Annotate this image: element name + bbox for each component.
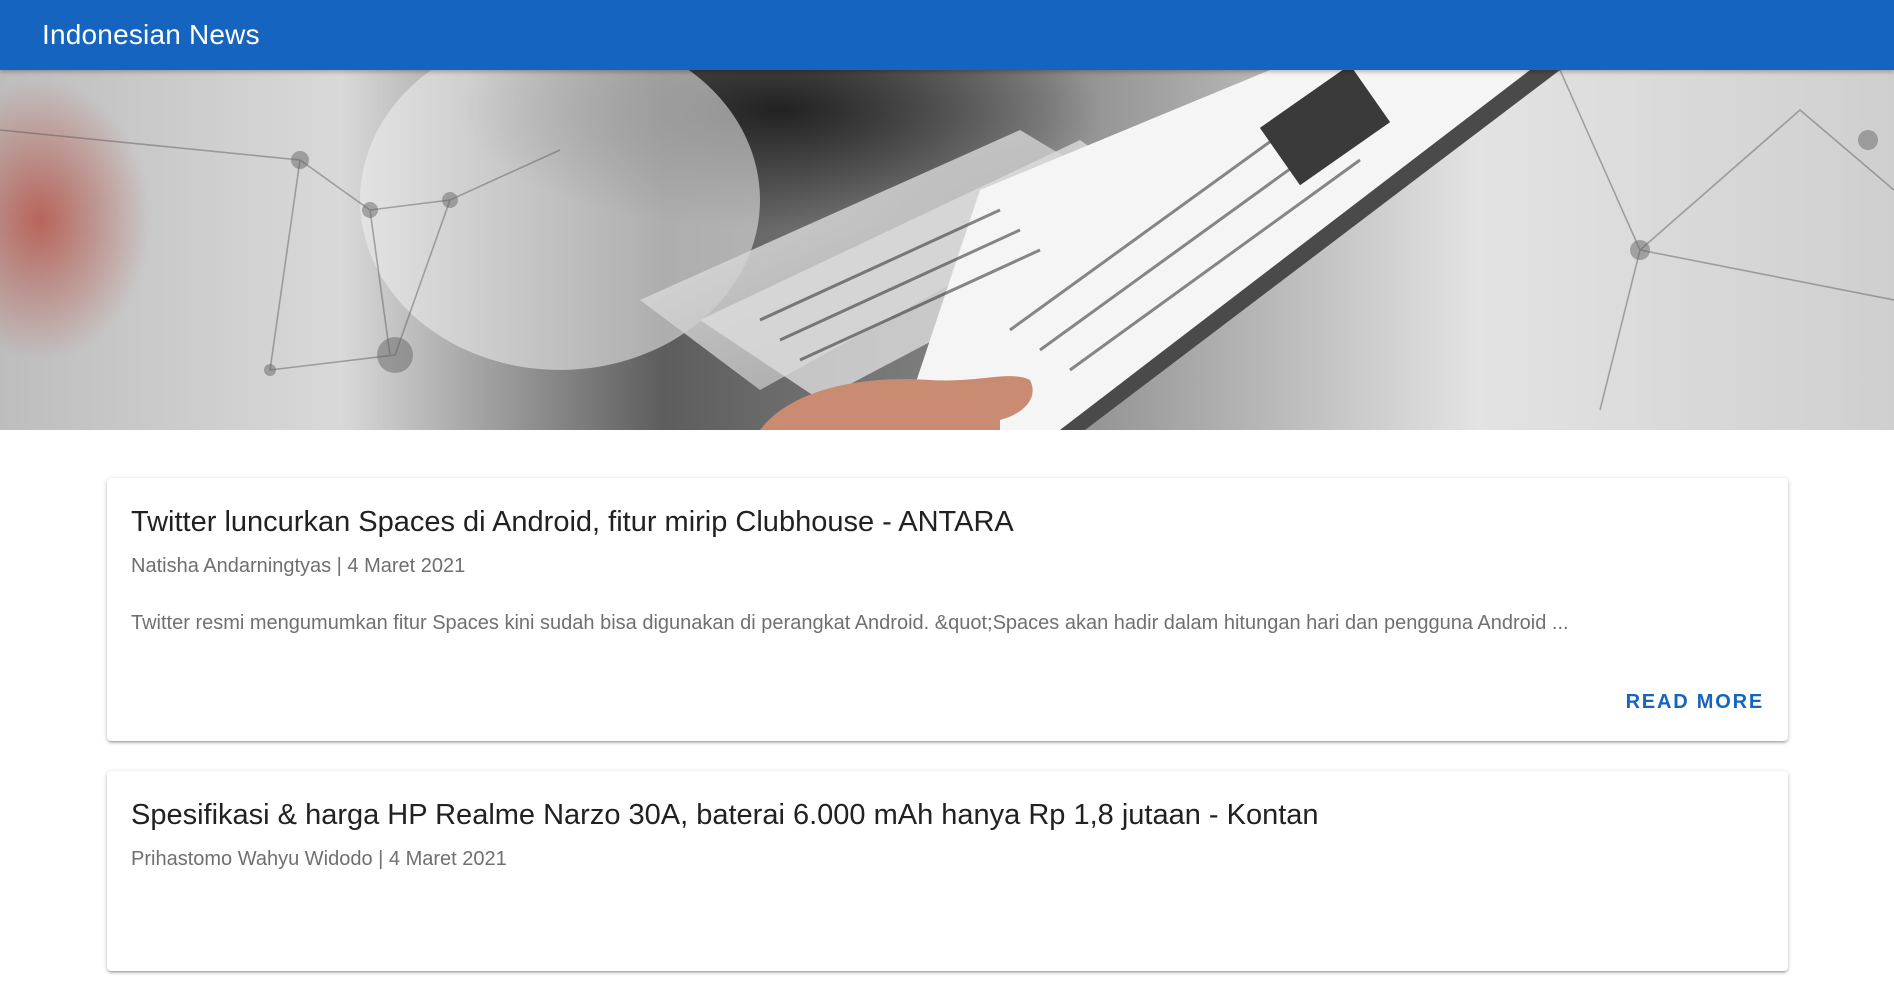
article-description: Twitter resmi mengumumkan fitur Spaces k… bbox=[131, 612, 1569, 634]
article-card: Twitter luncurkan Spaces di Android, fit… bbox=[107, 478, 1788, 741]
article-list: Twitter luncurkan Spaces di Android, fit… bbox=[107, 478, 1788, 1001]
app-bar: Indonesian News bbox=[0, 0, 1894, 70]
article-card: Spesifikasi & harga HP Realme Narzo 30A,… bbox=[107, 771, 1788, 971]
read-more-button[interactable]: READ MORE bbox=[1626, 691, 1764, 714]
article-title: Spesifikasi & harga HP Realme Narzo 30A,… bbox=[131, 799, 1319, 831]
article-meta: Prihastomo Wahyu Widodo | 4 Maret 2021 bbox=[131, 848, 507, 870]
article-title: Twitter luncurkan Spaces di Android, fit… bbox=[131, 506, 1014, 538]
hero-banner-image bbox=[0, 70, 1894, 430]
app-title: Indonesian News bbox=[42, 19, 260, 50]
article-meta: Natisha Andarningtyas | 4 Maret 2021 bbox=[131, 555, 466, 577]
